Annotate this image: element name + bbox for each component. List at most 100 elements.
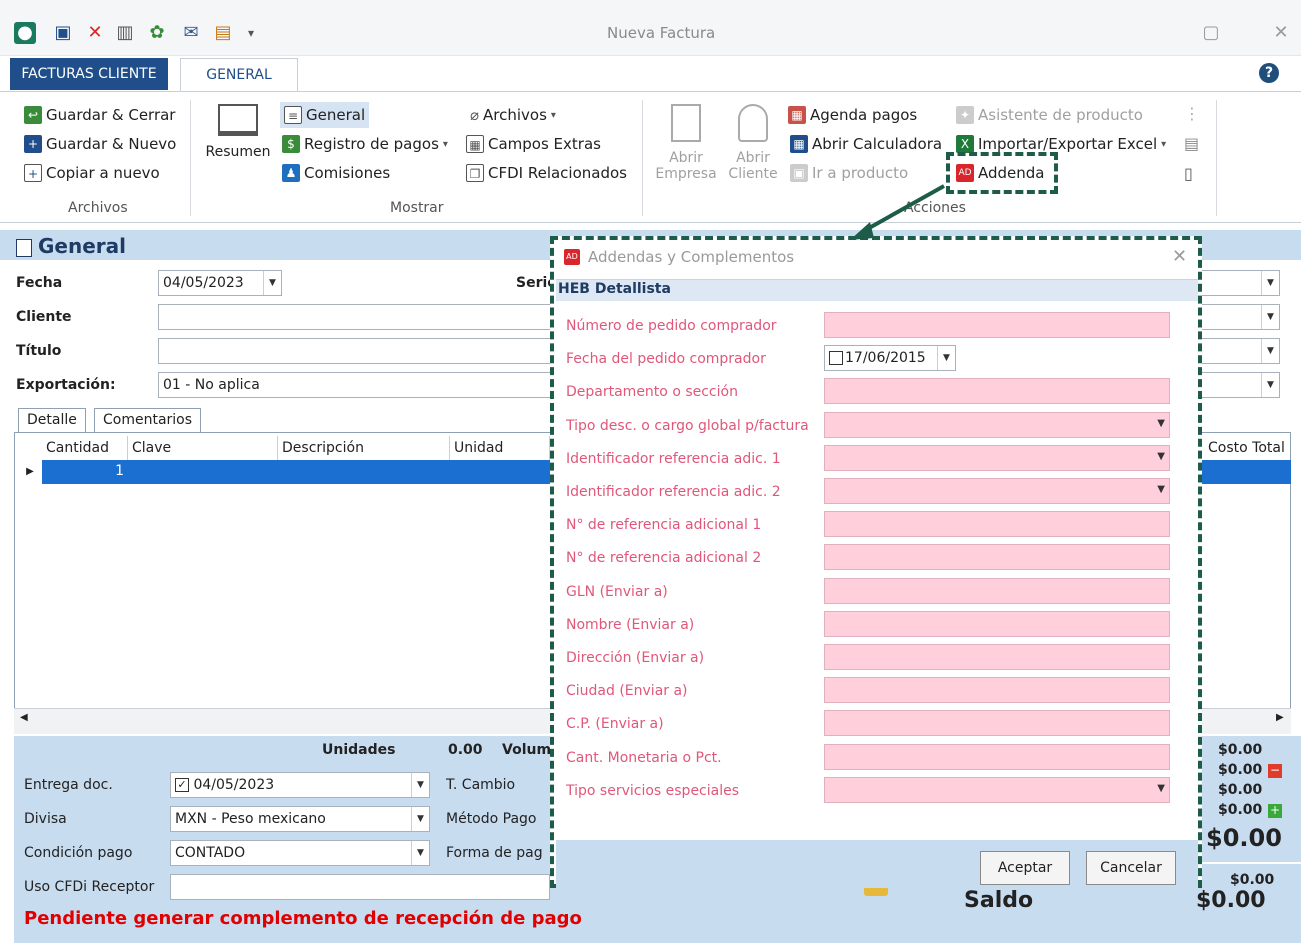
chevron-down-icon: ▼ [411,841,429,865]
delete-icon[interactable]: ▥ [114,22,136,44]
chevron-down-icon: ▼ [1157,418,1165,429]
fecha-field[interactable]: 04/05/2023 ▼ [158,270,282,296]
addenda-input[interactable] [824,677,1170,703]
metodo-label: Método Pago [446,811,537,827]
column-header-unidad[interactable]: Unidad [450,436,550,460]
addenda-dropdown[interactable]: ▼ [824,478,1170,504]
addenda-field-label: Identificador referencia adic. 2 [566,484,781,500]
help-icon[interactable]: ? [1259,63,1279,83]
addenda-dropdown[interactable]: ▼ [824,777,1170,803]
checkbox-checked-icon[interactable]: ✓ [175,778,189,792]
importar-exportar-excel-label: Importar/Exportar Excel [978,135,1158,153]
column-header-cantidad[interactable]: Cantidad [42,436,128,460]
addenda-dropdown[interactable]: ▼ [824,445,1170,471]
archivos-button[interactable]: ⌀ Archivos ▾ [470,102,556,128]
aceptar-button[interactable]: Aceptar [980,851,1070,885]
refresh-icon[interactable]: ✿ [146,22,168,44]
addenda-highlight [946,152,1058,194]
addenda-input[interactable] [824,511,1170,537]
saldo-value: $0.00 [1196,888,1266,913]
addenda-input[interactable] [824,644,1170,670]
addenda-field-label: C.P. (Enviar a) [566,716,664,732]
maximize-icon[interactable]: ▢ [1196,20,1226,46]
uso-cfdi-field[interactable] [170,874,550,900]
addenda-field-label: Número de pedido comprador [566,318,777,334]
asistente-producto-button[interactable]: ✦ Asistente de producto [956,102,1143,128]
print-icon[interactable]: ▤ [212,22,234,44]
general-label: General [306,106,366,124]
plus-icon[interactable]: + [1268,804,1282,818]
serie-dropdown[interactable]: ▼ [1196,270,1280,296]
chevron-down-icon: ▼ [937,346,955,370]
titulo-dropdown[interactable]: ▼ [1196,338,1280,364]
addenda-dropdown[interactable]: ▼ [824,412,1170,438]
checkbox-icon[interactable] [829,351,843,365]
cancelar-button[interactable]: Cancelar [1086,851,1176,885]
chevron-down-icon: ▼ [1157,484,1165,495]
unidades-label: Unidades [322,742,396,758]
divisa-value: MXN - Peso mexicano [175,811,326,827]
campos-extras-button[interactable]: ▦ Campos Extras [466,131,601,157]
scroll-left-icon[interactable]: ◀ [20,712,28,723]
save-icon[interactable]: ▣ [52,22,74,44]
addenda-input[interactable] [824,710,1170,736]
exportacion-dropdown[interactable]: ▼ [1196,372,1280,398]
addenda-field-label: N° de referencia adicional 1 [566,517,762,533]
guardar-cerrar-button[interactable]: ↩ Guardar & Cerrar [24,102,175,128]
extra-doc-icon[interactable]: ▤ [1184,134,1199,153]
abrir-empresa-button[interactable]: Abrir Empresa [654,104,718,182]
addenda-input[interactable] [824,744,1170,770]
section-title-text: General [38,234,126,258]
cliente-dropdown[interactable]: ▼ [1196,304,1280,330]
addenda-input[interactable] [824,578,1170,604]
addenda-input[interactable] [824,544,1170,570]
asistente-producto-label: Asistente de producto [978,106,1143,124]
column-header-costo-total[interactable]: Costo Total [1204,436,1290,460]
row-pointer-icon: ▶ [26,466,34,477]
close-window-icon[interactable]: ✕ [1266,20,1296,46]
registro-pagos-button[interactable]: $ Registro de pagos ▾ [282,131,448,157]
cfdi-relacionados-button[interactable]: ❐ CFDI Relacionados [466,160,627,186]
copiar-nuevo-button[interactable]: + Copiar a nuevo [24,160,160,186]
resumen-button[interactable]: Resumen [204,104,272,160]
exportacion-field[interactable]: 01 - No aplica [158,372,552,398]
pointer-arrow [850,184,945,240]
tab-comentarios[interactable]: Comentarios [94,408,202,432]
chevron-down-icon: ▾ [1161,138,1167,150]
chevron-down-icon: ▼ [263,271,281,295]
forma-label: Forma de pag [446,845,543,861]
extra-page-icon[interactable]: ▯ [1184,164,1193,183]
cliente-field[interactable] [158,304,552,330]
entrega-field[interactable]: ✓ 04/05/2023 ▼ [170,772,430,798]
tab-general[interactable]: GENERAL [180,58,298,92]
addenda-input[interactable] [824,312,1170,338]
quick-access-dropdown-icon[interactable]: ▾ [240,22,262,44]
extra-tool-icon[interactable]: ⋮ [1184,104,1200,123]
copy-icon: + [24,164,42,182]
column-header-clave[interactable]: Clave [128,436,278,460]
addenda-input[interactable] [824,378,1170,404]
fecha-pedido-field[interactable]: 17/06/2015 ▼ [824,345,956,371]
column-header-descripcion[interactable]: Descripción [278,436,450,460]
tab-detalle[interactable]: Detalle [18,408,86,432]
abrir-calculadora-button[interactable]: ▦ Abrir Calculadora [790,131,942,157]
close-doc-icon[interactable]: ✕ [84,22,106,44]
general-button[interactable]: ≡ General [280,102,370,128]
email-icon[interactable]: ✉ [180,22,202,44]
addenda-field-label: Fecha del pedido comprador [566,351,766,367]
dialog-close-icon[interactable]: ✕ [1172,246,1187,267]
agenda-pagos-button[interactable]: ▦ Agenda pagos [788,102,917,128]
entrega-label: Entrega doc. [24,777,113,793]
excel-icon: X [956,135,974,153]
guardar-nuevo-button[interactable]: + Guardar & Nuevo [24,131,176,157]
comisiones-button[interactable]: ♟ Comisiones [282,160,390,186]
addenda-icon: AD [564,249,580,265]
scroll-right-icon[interactable]: ▶ [1276,712,1284,723]
titulo-field[interactable] [158,338,552,364]
tab-facturas-cliente[interactable]: FACTURAS CLIENTE [10,58,168,90]
addenda-input[interactable] [824,611,1170,637]
abrir-cliente-button[interactable]: Abrir Cliente [722,104,784,182]
condicion-field[interactable]: CONTADO ▼ [170,840,430,866]
minus-icon[interactable]: − [1268,764,1282,778]
divisa-field[interactable]: MXN - Peso mexicano ▼ [170,806,430,832]
